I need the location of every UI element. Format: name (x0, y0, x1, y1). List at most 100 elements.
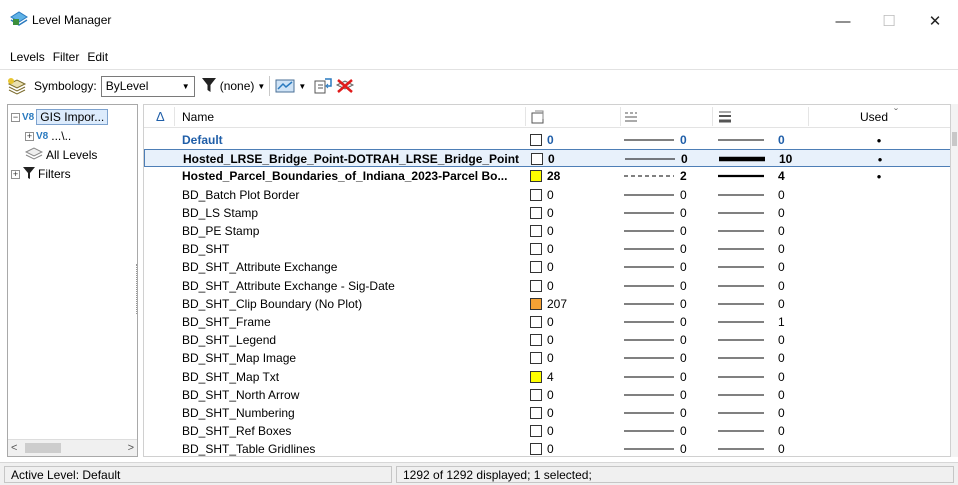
line-style-cell[interactable] (624, 313, 682, 331)
expand-icon[interactable]: + (11, 169, 20, 179)
color-swatch[interactable] (530, 225, 542, 237)
tree-item-all-levels[interactable]: All Levels (24, 146, 97, 164)
filter-dropdown[interactable]: (none) ▼ (201, 76, 265, 97)
line-style-cell[interactable] (624, 295, 682, 313)
line-weight-cell[interactable] (718, 258, 768, 276)
color-swatch[interactable] (530, 407, 542, 419)
color-swatch[interactable] (530, 334, 542, 347)
color-swatch[interactable] (530, 316, 542, 328)
line-weight-cell[interactable] (718, 186, 768, 204)
line-style-cell[interactable] (624, 386, 682, 404)
chevron-down-icon[interactable]: ▼ (298, 82, 306, 91)
level-row[interactable]: BD_SHT 0 0 0 (144, 240, 950, 258)
menu-levels[interactable]: Levels (8, 50, 51, 64)
line-weight-cell[interactable] (718, 240, 768, 258)
level-row[interactable]: BD_SHT_Attribute Exchange 0 0 0 (144, 258, 950, 276)
level-row[interactable]: BD_SHT_Map Image 0 0 0 (144, 349, 950, 367)
level-row[interactable]: BD_SHT_Map Txt 4 0 0 (144, 368, 950, 386)
close-button[interactable]: ✕ (912, 0, 958, 42)
scroll-thumb[interactable] (952, 132, 957, 146)
line-weight-cell[interactable] (718, 295, 768, 313)
level-row[interactable]: Hosted_LRSE_Bridge_Point-DOTRAH_LRSE_Bri… (144, 149, 950, 168)
line-style-cell[interactable] (624, 349, 682, 367)
color-swatch[interactable] (530, 188, 542, 201)
level-row[interactable]: BD_SHT_Attribute Exchange - Sig-Date 0 0 0 (144, 277, 950, 295)
line-style-cell[interactable] (624, 422, 682, 440)
line-weight-cell[interactable] (718, 386, 768, 404)
scroll-left-icon[interactable]: < (11, 442, 17, 454)
column-header-line-style-icon[interactable] (624, 105, 638, 128)
menu-edit[interactable]: Edit (85, 50, 114, 64)
scroll-right-icon[interactable]: > (128, 442, 134, 454)
line-style-cell[interactable] (624, 167, 682, 185)
level-row[interactable]: BD_Batch Plot Border 0 0 0 (144, 186, 950, 204)
tree-item-filters[interactable]: + Filters (11, 165, 71, 183)
color-swatch[interactable] (530, 170, 542, 183)
line-style-cell[interactable] (624, 368, 682, 386)
color-swatch[interactable] (530, 134, 542, 146)
line-style-cell[interactable] (624, 331, 682, 349)
line-weight-cell[interactable] (718, 204, 768, 222)
expand-icon[interactable]: + (25, 131, 34, 141)
line-weight-cell[interactable] (718, 222, 768, 240)
color-swatch[interactable] (530, 261, 542, 274)
line-weight-cell[interactable] (718, 349, 768, 367)
column-header-used[interactable]: Used (860, 105, 888, 128)
level-row[interactable]: BD_SHT_Legend 0 0 0 (144, 331, 950, 349)
line-weight-cell[interactable] (718, 368, 768, 386)
line-style-cell[interactable] (624, 277, 682, 295)
line-style-cell[interactable] (624, 204, 682, 222)
color-swatch[interactable] (530, 297, 542, 310)
color-swatch[interactable] (530, 279, 542, 292)
line-style-cell[interactable] (624, 131, 682, 149)
menu-filter[interactable]: Filter (51, 50, 86, 64)
line-weight-cell[interactable] (718, 404, 768, 422)
line-style-cell[interactable] (624, 240, 682, 258)
maximize-button[interactable]: ☐ (866, 0, 912, 42)
line-weight-cell[interactable] (718, 331, 768, 349)
level-row[interactable]: BD_SHT_Table Gridlines 0 0 0 (144, 440, 950, 456)
line-style-cell[interactable] (624, 404, 682, 422)
level-row[interactable]: BD_SHT_Numbering 0 0 0 (144, 404, 950, 422)
color-swatch[interactable] (530, 352, 542, 365)
symbology-select[interactable]: ByLevel ▼ (100, 75, 195, 97)
minimize-button[interactable]: — (820, 0, 866, 42)
color-swatch[interactable] (530, 425, 542, 438)
column-header-line-weight-icon[interactable] (718, 105, 732, 128)
line-weight-cell[interactable] (718, 313, 768, 331)
column-header-color-icon[interactable] (531, 105, 545, 128)
color-swatch[interactable] (530, 443, 542, 456)
line-weight-cell[interactable] (719, 150, 769, 168)
level-row[interactable]: BD_PE Stamp 0 0 0 (144, 222, 950, 240)
level-row[interactable]: BD_SHT_North Arrow 0 0 0 (144, 386, 950, 404)
level-row[interactable]: BD_SHT_Ref Boxes 0 0 0 (144, 422, 950, 440)
line-weight-cell[interactable] (718, 440, 768, 456)
line-style-cell[interactable] (625, 150, 683, 168)
pane-splitter[interactable] (136, 264, 139, 314)
color-swatch[interactable] (530, 388, 542, 401)
color-swatch[interactable] (530, 206, 542, 219)
tree-item-root[interactable]: − V8 GIS Impor... (11, 108, 109, 126)
line-weight-cell[interactable] (718, 277, 768, 295)
line-weight-cell[interactable] (718, 167, 768, 185)
column-header-name[interactable]: Name (182, 105, 214, 128)
level-row[interactable]: Default 0 0 0 • (144, 131, 950, 149)
level-row[interactable]: BD_SHT_Frame 0 0 1 (144, 313, 950, 331)
level-list-vertical-scrollbar[interactable] (951, 104, 958, 457)
color-swatch[interactable] (530, 370, 542, 383)
line-style-cell[interactable] (624, 222, 682, 240)
level-properties-icon[interactable] (274, 75, 296, 97)
import-levels-icon[interactable] (312, 75, 334, 97)
color-swatch[interactable] (530, 243, 542, 256)
level-row[interactable]: Hosted_Parcel_Boundaries_of_Indiana_2023… (144, 167, 950, 185)
collapse-icon[interactable]: − (11, 112, 20, 122)
tree-horizontal-scrollbar[interactable]: < > (8, 439, 137, 456)
line-style-cell[interactable] (624, 258, 682, 276)
line-weight-cell[interactable] (718, 131, 768, 149)
color-swatch[interactable] (531, 153, 543, 166)
delete-level-icon[interactable] (334, 75, 356, 97)
level-display-icon[interactable] (6, 75, 28, 97)
sort-indicator[interactable]: Δ (156, 105, 165, 128)
level-row[interactable]: BD_SHT_Clip Boundary (No Plot) 207 0 0 (144, 295, 950, 313)
tree-item-child[interactable]: + V8 ...\.. (25, 127, 71, 145)
